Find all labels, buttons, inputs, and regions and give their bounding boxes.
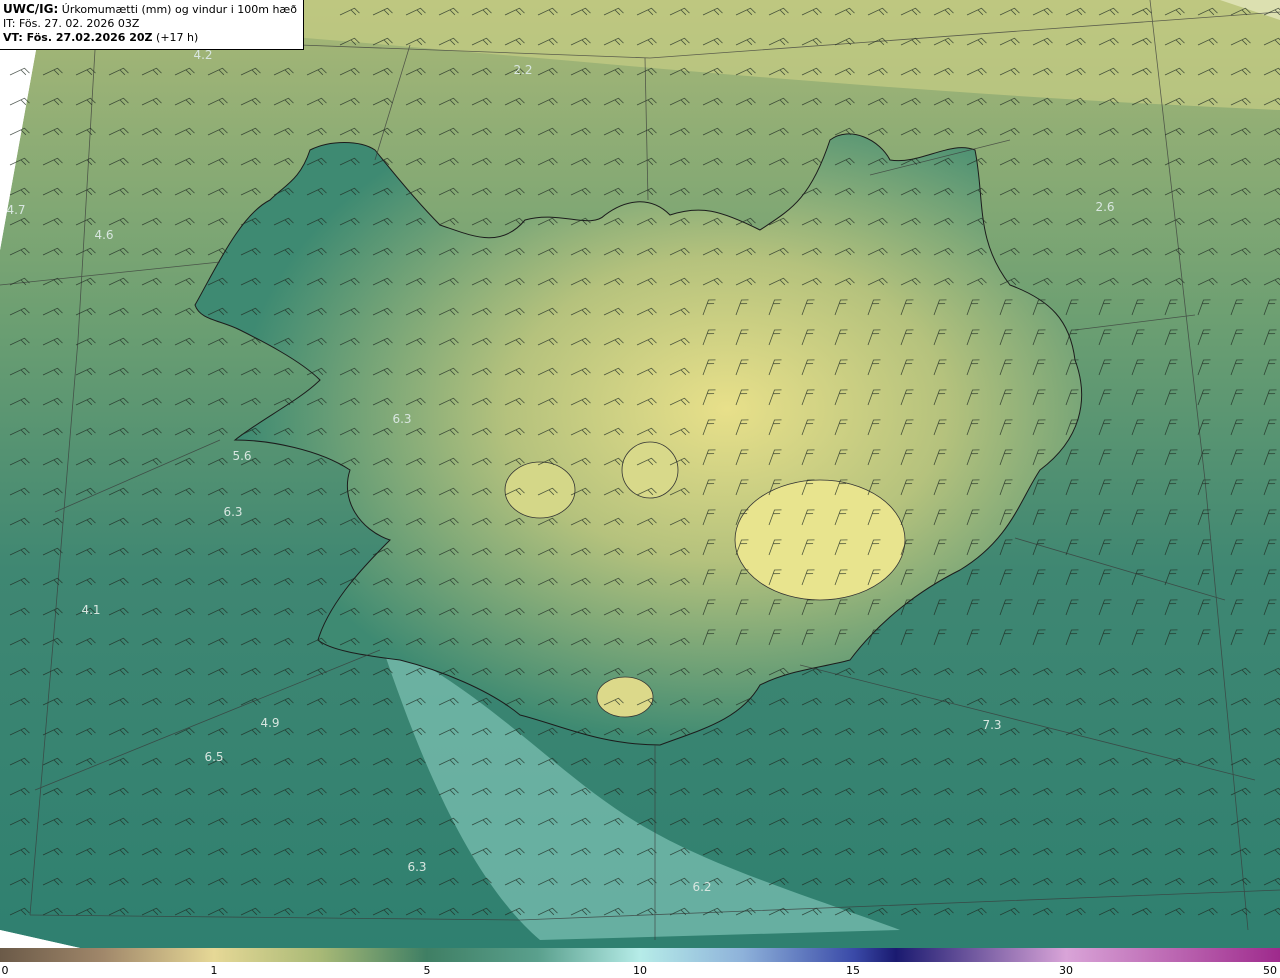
colorbar-tick: 15 [846, 964, 860, 977]
value-label: 2.6 [1095, 200, 1115, 214]
value-label: 4.9 [260, 716, 280, 730]
value-label: 6.3 [392, 412, 412, 426]
colorbar-tick: 10 [633, 964, 647, 977]
value-label: 4.6 [94, 228, 114, 242]
value-label: 6.2 [692, 880, 712, 894]
value-label: 6.3 [223, 505, 243, 519]
issue-time: IT: Fös. 27. 02. 2026 03Z [3, 17, 140, 30]
colorbar-tick: 0 [1, 964, 9, 977]
glacier [621, 441, 679, 499]
value-label: 4.2 [193, 48, 213, 62]
colorbar-tick: 30 [1059, 964, 1073, 977]
map-header: UWC/IG: Úrkomumætti (mm) og vindur i 100… [0, 0, 304, 50]
colorbar-tick: 1 [210, 964, 218, 977]
glacier [596, 676, 654, 718]
precipitation-wind-map [0, 0, 1280, 948]
forecast-offset: (+17 h) [156, 31, 199, 44]
value-label: 5.6 [232, 449, 252, 463]
colorbar-tick: 50 [1263, 964, 1277, 977]
value-label: 4.1 [81, 603, 101, 617]
value-label: 6.5 [204, 750, 224, 764]
colorbar-tick: 5 [423, 964, 431, 977]
model-tag: UWC/IG: [3, 2, 59, 16]
precipitation-colorbar [0, 948, 1280, 962]
value-label: 7.3 [982, 718, 1002, 732]
value-label: 2.2 [513, 63, 533, 77]
map-title: Úrkomumætti (mm) og vindur i 100m hæð [61, 3, 297, 16]
value-label: 4.7 [6, 203, 26, 217]
value-label: 6.3 [407, 860, 427, 874]
valid-time: VT: Fös. 27.02.2026 20Z [3, 31, 153, 44]
